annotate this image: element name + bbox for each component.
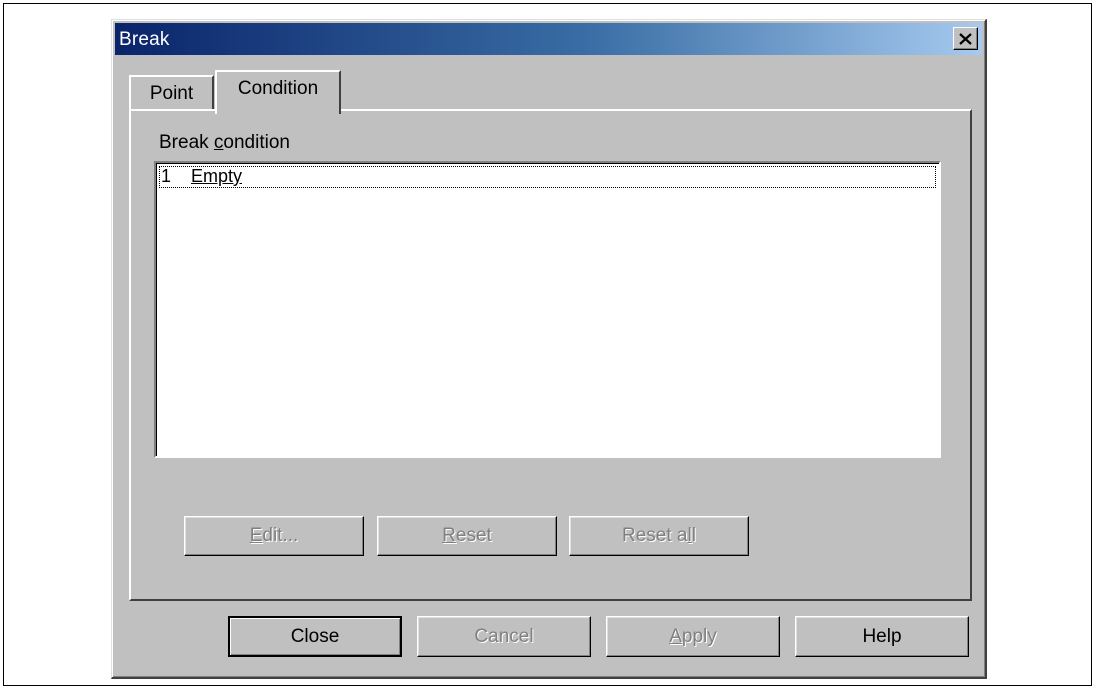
close-button-label: Close [290, 625, 340, 647]
reset-all-button[interactable]: Reset all [569, 516, 749, 556]
list-item-number: 1 [161, 166, 172, 186]
cancel-button-label: Cancel [474, 625, 534, 647]
break-condition-list[interactable]: 1 Empty [154, 161, 941, 458]
cancel-button[interactable]: Cancel [417, 616, 591, 657]
edit-button[interactable]: Edit... [184, 516, 364, 556]
reset-button[interactable]: Reset [377, 516, 557, 556]
tab-point-label: Point [149, 83, 194, 104]
tab-point[interactable]: Point [129, 75, 214, 111]
tab-condition[interactable]: Condition [215, 70, 341, 114]
tab-condition-label: Condition [237, 78, 319, 99]
close-icon [959, 32, 972, 45]
window-title: Break [119, 29, 170, 50]
help-button-label: Help [862, 625, 902, 647]
title-bar[interactable]: Break [115, 23, 982, 55]
break-condition-label: Break condition [159, 132, 290, 153]
help-button[interactable]: Help [795, 616, 969, 657]
close-window-button[interactable] [953, 27, 978, 50]
list-item-text: Empty [191, 166, 243, 186]
list-item[interactable]: 1 Empty [159, 166, 936, 188]
apply-button[interactable]: Apply [606, 616, 780, 657]
close-button[interactable]: Close [228, 616, 402, 657]
condition-panel: Break condition 1 Empty Edit... Reset Res… [129, 109, 972, 601]
break-dialog: Break Point Condition Break condition 1E… [111, 19, 987, 679]
